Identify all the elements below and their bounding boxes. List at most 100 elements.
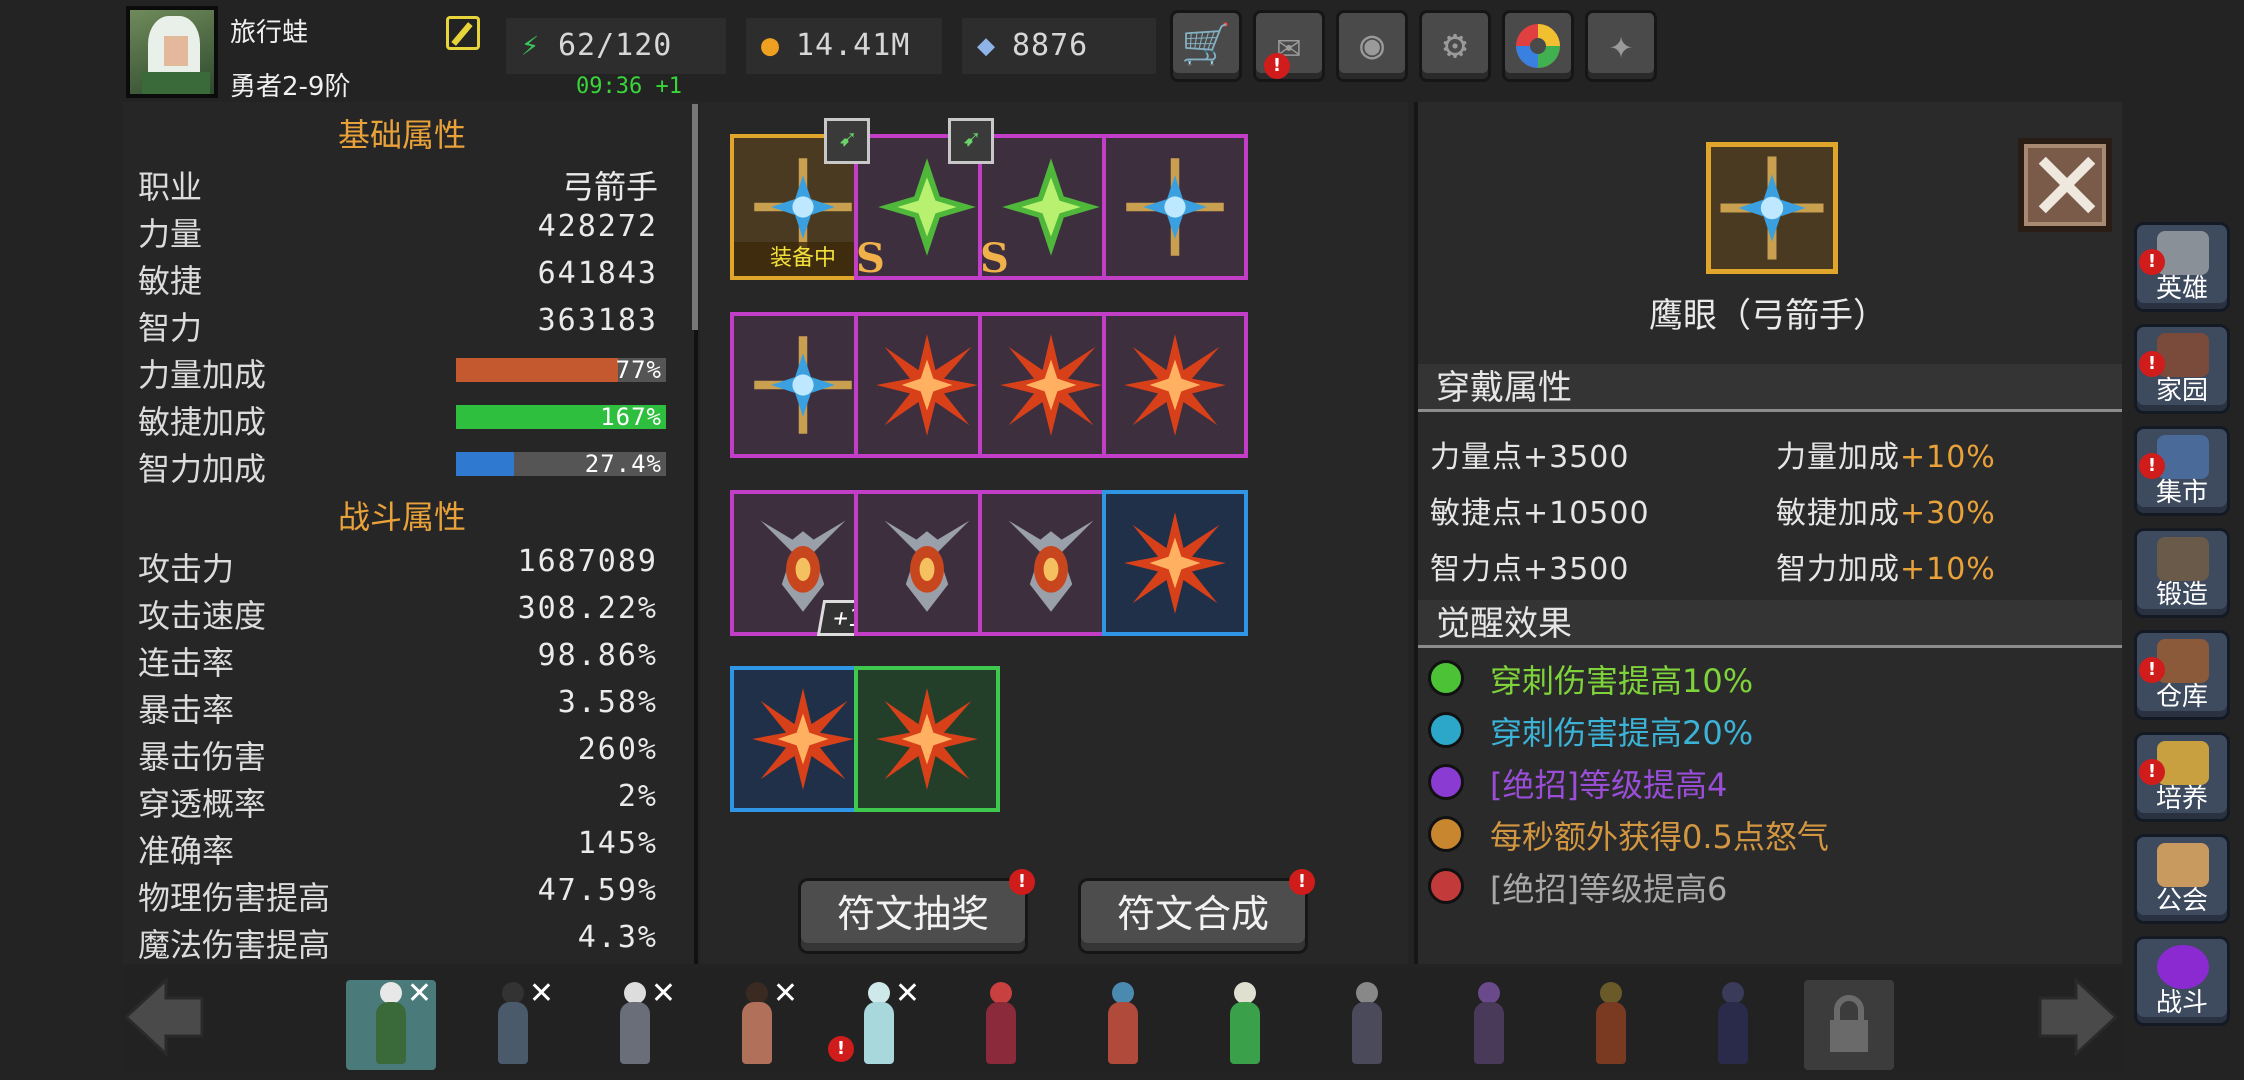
nav-label: 仓库: [2155, 682, 2208, 712]
nav-label: 培养: [2155, 784, 2208, 814]
fire-burst-rune-icon: [876, 688, 978, 790]
effects-button[interactable]: ✦: [1585, 10, 1657, 82]
rune-slot[interactable]: [1102, 312, 1248, 458]
hero-slot[interactable]: [1688, 980, 1778, 1070]
sparkle-icon: ✦: [1608, 22, 1634, 68]
fire-burst-rune-icon: [1124, 512, 1226, 614]
agility-bonus-bar: 167%: [456, 403, 666, 431]
hero-slot[interactable]: [956, 980, 1046, 1070]
bonus-label: 智力加成: [138, 450, 267, 488]
gold-coin-icon: ●: [760, 28, 780, 63]
gold-display: ● 14.41M: [746, 18, 942, 74]
nav-market[interactable]: ! 集市: [2134, 426, 2230, 516]
nav-label: 英雄: [2155, 274, 2208, 304]
hero-slot[interactable]: ✕: [712, 976, 802, 1070]
intelligence-bonus-bar: 27.4%: [456, 450, 666, 478]
stats-scrollbar[interactable]: [692, 104, 698, 330]
energy-value: 62/120: [558, 28, 673, 63]
cart-icon: 🛒: [1181, 22, 1231, 68]
bonus-text: 27.4%: [584, 450, 662, 478]
rune-draw-button[interactable]: 符文抽奖!: [798, 869, 1035, 954]
stats-panel: 基础属性 职业 弓箭手 力量 428272 敏捷 641843 智力 36318…: [122, 102, 698, 964]
gem-icon: ◆: [976, 28, 996, 63]
bonus-text: 77%: [615, 356, 662, 384]
nav-forge[interactable]: 锻造: [2134, 528, 2230, 618]
nav-battle[interactable]: 战斗: [2134, 936, 2230, 1026]
hero-slot-selected[interactable]: ✕: [346, 976, 436, 1070]
wear-attr: 智力点+3500: [1430, 552, 1630, 587]
hero-slot[interactable]: [1444, 980, 1534, 1070]
ice-star-rune-icon: [754, 336, 852, 434]
stat-label: 暴击伤害: [138, 738, 267, 776]
shop-cart-button[interactable]: 🛒: [1170, 10, 1242, 82]
stat-label: 穿透概率: [138, 785, 267, 823]
energy-display: ⚡ 62/120: [506, 18, 726, 74]
rune-slot[interactable]: [1102, 490, 1248, 636]
gear-icon: ⚙: [1442, 22, 1468, 68]
hero-slot[interactable]: ✕!: [828, 976, 924, 1070]
nav-cultivate[interactable]: ! 培养: [2134, 732, 2230, 822]
player-name: 旅行蛙: [230, 18, 309, 48]
horned-shield-rune-icon: [884, 520, 970, 612]
hero-slot[interactable]: ✕: [590, 976, 680, 1070]
player-avatar[interactable]: [126, 6, 218, 98]
stat-label: 物理伤害提高: [138, 879, 331, 917]
settings-button[interactable]: ⚙: [1419, 10, 1491, 82]
stat-label: 连击率: [138, 644, 235, 682]
strength-bonus-bar: 77%: [456, 356, 666, 384]
bow-class-icon: ➹: [948, 118, 994, 164]
wear-attr: 智力加成+10%: [1776, 552, 1996, 587]
stat-label: 暴击率: [138, 691, 235, 729]
wear-attributes-header: 穿戴属性: [1418, 364, 2122, 412]
edit-name-icon[interactable]: [446, 16, 480, 50]
bonus-label: 敏捷加成: [138, 403, 267, 441]
gamepad-button[interactable]: ◉: [1336, 10, 1408, 82]
wear-attr: 力量点+3500: [1430, 440, 1630, 475]
rune-slot[interactable]: [1102, 134, 1248, 280]
hero-slot-locked[interactable]: [1804, 980, 1894, 1070]
ice-star-rune-icon: [1720, 156, 1824, 260]
nav-label: 集市: [2155, 478, 2208, 508]
hero-slot[interactable]: [1322, 980, 1412, 1070]
stat-value: 308.22%: [517, 591, 658, 626]
green-star-rune-icon: [1002, 158, 1100, 256]
stat-value: 363183: [537, 303, 658, 338]
hero-slot[interactable]: [1200, 980, 1290, 1070]
stat-value: 47.59%: [537, 873, 658, 908]
close-button[interactable]: [2018, 138, 2112, 232]
fire-burst-rune-icon: [1000, 334, 1102, 436]
previous-arrow-icon[interactable]: [122, 976, 206, 1058]
fire-burst-rune-icon: [1124, 334, 1226, 436]
hero-slot[interactable]: [1078, 980, 1168, 1070]
stat-label: 攻击力: [138, 550, 235, 588]
hero-slot[interactable]: ✕: [468, 976, 558, 1070]
rune-name: 鹰眼（弓箭手）: [1649, 296, 1887, 336]
awaken-effects-header: 觉醒效果: [1418, 600, 2122, 648]
mail-button[interactable]: ✉!: [1253, 10, 1325, 82]
stat-label: 智力: [138, 309, 203, 347]
gold-value: 14.41M: [796, 28, 911, 63]
stat-value: 145%: [577, 826, 658, 861]
nav-guild[interactable]: 公会: [2134, 834, 2230, 924]
stat-value: 3.58%: [557, 685, 658, 720]
s-grade-badge: S: [856, 235, 885, 282]
nav-label: 锻造: [2155, 580, 2208, 610]
wear-attr: 力量加成+10%: [1776, 440, 1996, 475]
stat-value: 428272: [537, 209, 658, 244]
nav-label: 战斗: [2155, 988, 2208, 1018]
wear-attr: 敏捷加成+30%: [1776, 496, 1996, 531]
color-button[interactable]: [1502, 10, 1574, 82]
rune-combine-button[interactable]: 符文合成!: [1078, 869, 1315, 954]
horned-shield-rune-icon: [1008, 520, 1094, 612]
selected-rune: [1706, 142, 1838, 274]
next-arrow-icon[interactable]: [2036, 976, 2120, 1058]
stat-label: 职业: [138, 168, 203, 206]
wear-attr: 敏捷点+10500: [1430, 496, 1650, 531]
nav-warehouse[interactable]: ! 仓库: [2134, 630, 2230, 720]
rune-slot[interactable]: [854, 666, 1000, 812]
hero-slot[interactable]: [1566, 980, 1656, 1070]
stat-label: 准确率: [138, 832, 235, 870]
green-star-rune-icon: [878, 158, 976, 256]
nav-hero[interactable]: ! 英雄: [2134, 222, 2230, 312]
nav-home[interactable]: ! 家园: [2134, 324, 2230, 414]
